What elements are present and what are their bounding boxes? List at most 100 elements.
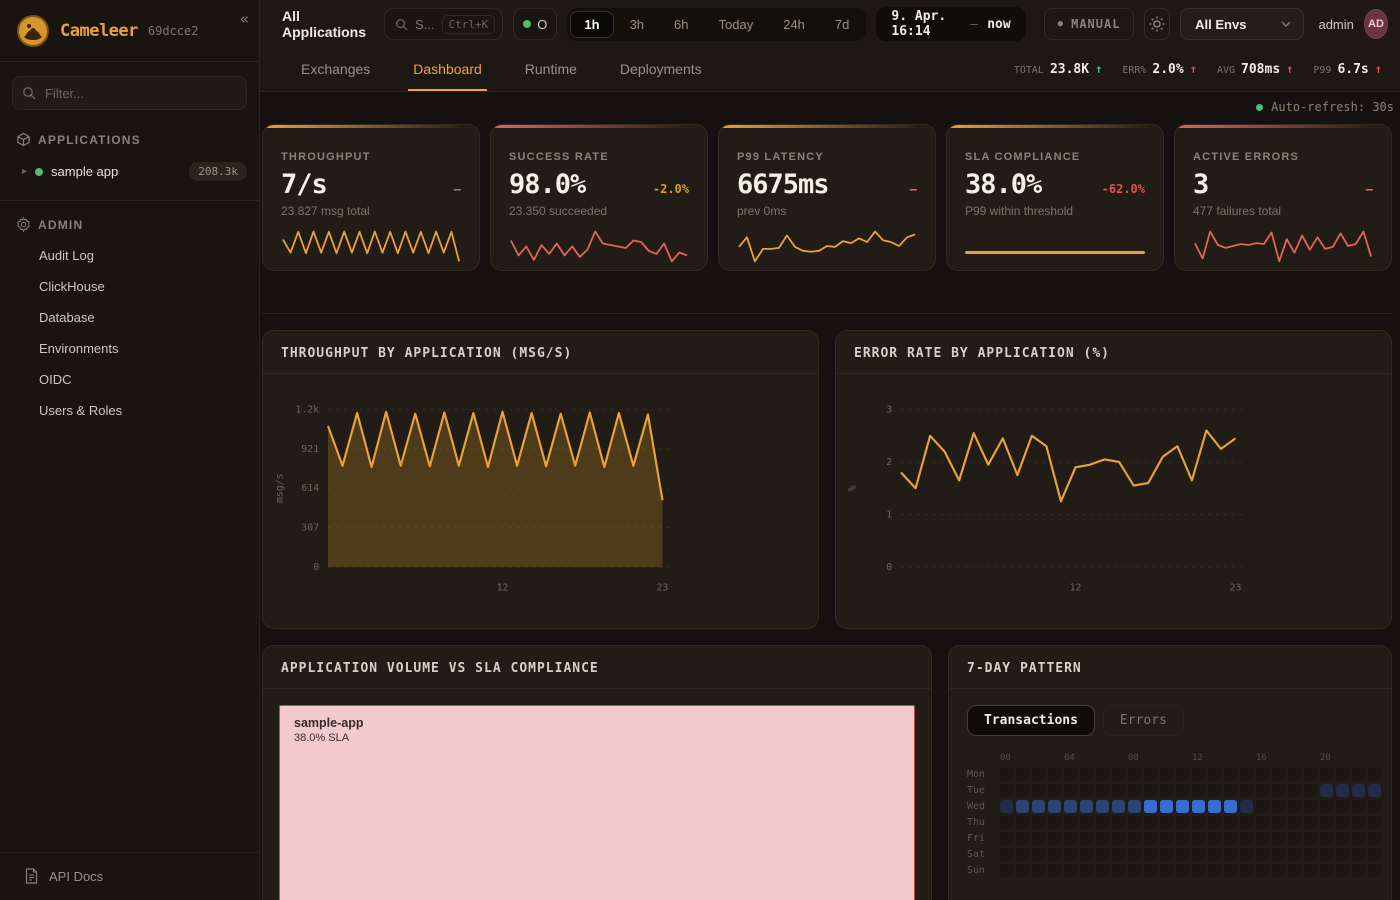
heatmap-cell[interactable] [1048,784,1061,797]
heatmap-cell[interactable] [1048,848,1061,861]
heatmap-cell[interactable] [1208,832,1221,845]
heatmap-cell[interactable] [1304,784,1317,797]
heatmap-cell[interactable] [1192,768,1205,781]
heatmap-cell[interactable] [1368,848,1381,861]
sidebar-item-clickhouse[interactable]: ClickHouse [0,271,259,302]
heatmap-cell[interactable] [1320,816,1333,829]
sidebar-item-users-roles[interactable]: Users & Roles [0,395,259,426]
heatmap-cell[interactable] [1240,848,1253,861]
heatmap-cell[interactable] [1080,784,1093,797]
sidebar-item-environments[interactable]: Environments [0,333,259,364]
heatmap-cell[interactable] [1096,864,1109,877]
heatmap-cell[interactable] [1320,864,1333,877]
heatmap-cell[interactable] [1048,800,1061,813]
heatmap-cell[interactable] [1160,784,1173,797]
heatmap-cell[interactable] [1192,848,1205,861]
heatmap-cell[interactable] [1272,800,1285,813]
heatmap-cell[interactable] [1368,864,1381,877]
time-range-1h[interactable]: 1h [570,11,613,38]
heatmap-cell[interactable] [1064,800,1077,813]
heatmap-cell[interactable] [1080,816,1093,829]
heatmap-cell[interactable] [1224,832,1237,845]
heatmap-cell[interactable] [1256,784,1269,797]
heatmap-cell[interactable] [1304,864,1317,877]
heatmap-cell[interactable] [1176,848,1189,861]
heatmap-cell[interactable] [1032,768,1045,781]
heatmap-cell[interactable] [1336,864,1349,877]
time-range-7d[interactable]: 7d [821,11,863,38]
heatmap-cell[interactable] [1160,768,1173,781]
heatmap-cell[interactable] [1192,784,1205,797]
time-range-3h[interactable]: 3h [616,11,658,38]
heatmap-cell[interactable] [1304,768,1317,781]
heatmap-cell[interactable] [1224,784,1237,797]
heatmap-cell[interactable] [1224,864,1237,877]
heatmap-cell[interactable] [1352,864,1365,877]
online-status-button[interactable]: O [513,8,557,40]
chevron-right-icon[interactable]: ▸ [22,166,27,177]
heatmap-cell[interactable] [1224,816,1237,829]
heatmap-cell[interactable] [1128,784,1141,797]
heatmap-cell[interactable] [1304,800,1317,813]
environment-select[interactable]: All Envs [1180,8,1304,40]
heatmap-cell[interactable] [1288,784,1301,797]
heatmap-cell[interactable] [1336,768,1349,781]
sidebar-item-database[interactable]: Database [0,302,259,333]
heatmap-cell[interactable] [1224,800,1237,813]
heatmap-cell[interactable] [1112,800,1125,813]
heatmap-cell[interactable] [1304,816,1317,829]
heatmap-cell[interactable] [1016,800,1029,813]
heatmap-cell[interactable] [1208,816,1221,829]
heatmap-cell[interactable] [1144,784,1157,797]
heatmap-cell[interactable] [1032,864,1045,877]
heatmap-cell[interactable] [1080,832,1093,845]
heatmap-cell[interactable] [1112,816,1125,829]
heatmap-cell[interactable] [1256,800,1269,813]
heatmap-cell[interactable] [1368,832,1381,845]
heatmap-cell[interactable] [1336,816,1349,829]
heatmap-cell[interactable] [1112,784,1125,797]
tab-errors[interactable]: Errors [1103,705,1184,736]
heatmap-cell[interactable] [1352,768,1365,781]
heatmap-cell[interactable] [1240,832,1253,845]
heatmap-cell[interactable] [1240,816,1253,829]
heatmap-cell[interactable] [1032,832,1045,845]
heatmap-cell[interactable] [1272,848,1285,861]
heatmap-cell[interactable] [1272,864,1285,877]
heatmap-cell[interactable] [1080,848,1093,861]
heatmap-cell[interactable] [1000,800,1013,813]
time-range-6h[interactable]: 6h [660,11,702,38]
time-range-today[interactable]: Today [705,11,768,38]
heatmap-cell[interactable] [1080,864,1093,877]
date-range-picker[interactable]: 9. Apr. 16:14 – now [876,7,1025,41]
heatmap-cell[interactable] [1064,816,1077,829]
heatmap-cell[interactable] [1208,784,1221,797]
heatmap-cell[interactable] [1208,864,1221,877]
heatmap-cell[interactable] [1096,784,1109,797]
heatmap-cell[interactable] [1240,784,1253,797]
heatmap-cell[interactable] [1304,832,1317,845]
theme-toggle-button[interactable] [1144,8,1170,40]
heatmap-cell[interactable] [1080,800,1093,813]
heatmap-cell[interactable] [1048,864,1061,877]
heatmap-cell[interactable] [1096,848,1109,861]
heatmap-cell[interactable] [1352,848,1365,861]
heatmap-cell[interactable] [1016,864,1029,877]
heatmap-cell[interactable] [1048,816,1061,829]
heatmap-cell[interactable] [1336,832,1349,845]
heatmap-cell[interactable] [1000,848,1013,861]
heatmap-cell[interactable] [1240,864,1253,877]
heatmap-cell[interactable] [1320,848,1333,861]
heatmap-cell[interactable] [1176,832,1189,845]
heatmap-cell[interactable] [1128,848,1141,861]
heatmap-cell[interactable] [1336,848,1349,861]
heatmap-cell[interactable] [1000,864,1013,877]
heatmap-cell[interactable] [1176,768,1189,781]
heatmap-cell[interactable] [1368,784,1381,797]
heatmap-cell[interactable] [1304,848,1317,861]
tab-dashboard[interactable]: Dashboard [408,48,487,91]
heatmap-cell[interactable] [1064,768,1077,781]
heatmap-cell[interactable] [1000,768,1013,781]
heatmap-cell[interactable] [1112,848,1125,861]
heatmap-cell[interactable] [1128,800,1141,813]
